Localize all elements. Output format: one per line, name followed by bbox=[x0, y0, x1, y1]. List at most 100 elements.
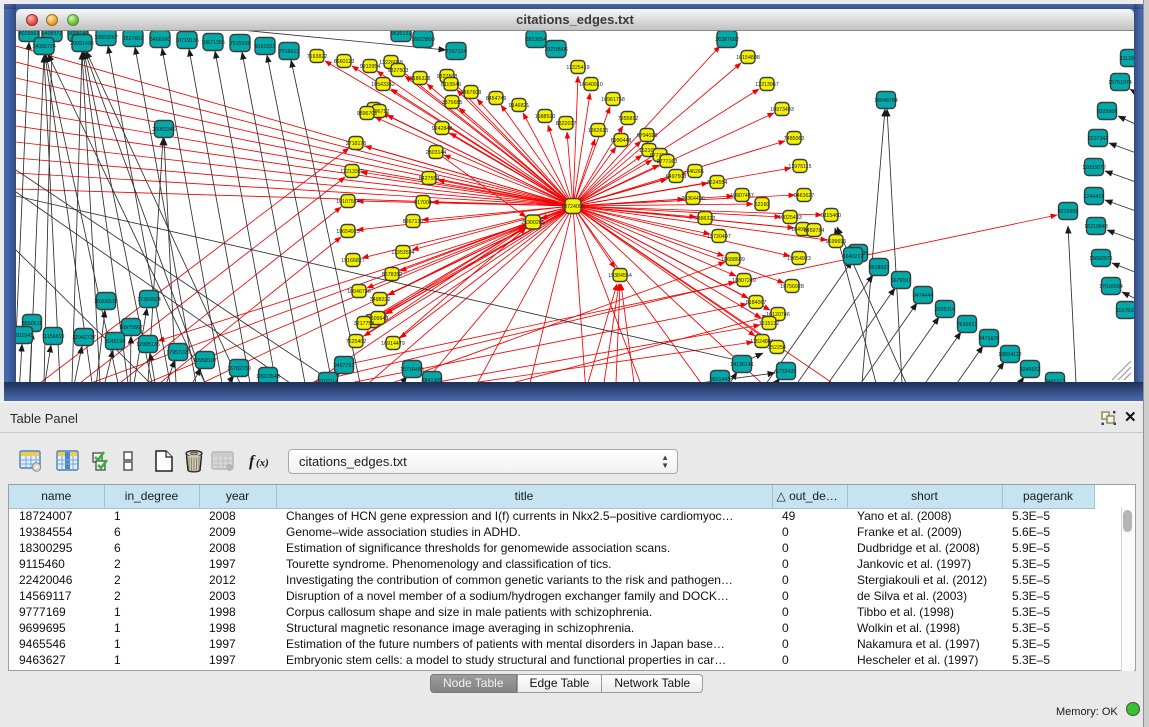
svg-text:62160: 62160 bbox=[755, 202, 770, 208]
svg-text:9699695: 9699695 bbox=[826, 239, 847, 245]
svg-text:8459784: 8459784 bbox=[804, 228, 825, 234]
svg-text:15751074: 15751074 bbox=[1108, 80, 1132, 86]
svg-text:252254: 252254 bbox=[768, 345, 786, 351]
svg-text:3624554: 3624554 bbox=[707, 180, 728, 186]
svg-text:8990448: 8990448 bbox=[611, 138, 632, 144]
svg-text:20053346: 20053346 bbox=[152, 127, 176, 133]
svg-text:9184067: 9184067 bbox=[746, 300, 767, 306]
svg-text:8471676: 8471676 bbox=[979, 336, 1000, 342]
svg-text:7485063: 7485063 bbox=[784, 136, 805, 142]
svg-text:10654112: 10654112 bbox=[998, 352, 1021, 358]
svg-text:20364436: 20364436 bbox=[681, 196, 705, 202]
svg-text:8813054: 8813054 bbox=[526, 37, 547, 43]
svg-text:16648784: 16648784 bbox=[874, 98, 898, 104]
svg-text:917004: 917004 bbox=[414, 200, 432, 206]
svg-text:9896701: 9896701 bbox=[357, 111, 378, 117]
svg-text:16961758: 16961758 bbox=[601, 97, 625, 103]
svg-text:f: f bbox=[249, 453, 256, 470]
svg-text:15720407: 15720407 bbox=[707, 234, 731, 240]
svg-text:8678352: 8678352 bbox=[382, 272, 403, 278]
svg-text:7515535: 7515535 bbox=[230, 41, 251, 47]
svg-text:9031445: 9031445 bbox=[710, 377, 731, 382]
svg-text:8938923: 8938923 bbox=[869, 265, 890, 271]
svg-text:1733426: 1733426 bbox=[776, 369, 797, 375]
svg-text:1615132: 1615132 bbox=[759, 321, 780, 327]
svg-text:9329966: 9329966 bbox=[1097, 109, 1118, 115]
svg-text:19384554: 19384554 bbox=[608, 273, 632, 279]
svg-text:11325419: 11325419 bbox=[566, 65, 589, 71]
svg-text:11353594: 11353594 bbox=[391, 250, 414, 256]
svg-text:1405572: 1405572 bbox=[42, 31, 63, 37]
svg-text:8023561: 8023561 bbox=[19, 31, 40, 37]
svg-text:9635121: 9635121 bbox=[391, 31, 412, 37]
svg-text:19654925: 19654925 bbox=[336, 229, 360, 235]
svg-text:8660123: 8660123 bbox=[334, 59, 355, 65]
svg-text:746266: 746266 bbox=[686, 169, 704, 175]
svg-text:10973493: 10973493 bbox=[770, 107, 794, 113]
svg-text:6794028: 6794028 bbox=[637, 133, 658, 139]
svg-text:1527602: 1527602 bbox=[123, 36, 144, 42]
svg-text:7516612: 7516612 bbox=[279, 49, 300, 55]
svg-text:19218506: 19218506 bbox=[544, 47, 568, 53]
svg-text:10958107: 10958107 bbox=[193, 358, 217, 364]
svg-text:1112804: 1112804 bbox=[1120, 56, 1134, 62]
svg-text:2935114: 2935114 bbox=[935, 307, 955, 313]
svg-text:3498222: 3498222 bbox=[370, 297, 391, 303]
svg-text:9146821: 9146821 bbox=[509, 103, 530, 109]
svg-text:8841305: 8841305 bbox=[422, 378, 443, 382]
svg-text:9912954: 9912954 bbox=[360, 64, 381, 70]
svg-text:20206513: 20206513 bbox=[94, 299, 118, 305]
svg-text:8215955: 8215955 bbox=[1058, 209, 1079, 215]
svg-text:7955812: 7955812 bbox=[618, 116, 639, 122]
svg-text:14136141: 14136141 bbox=[730, 362, 754, 368]
svg-text:9474444: 9474444 bbox=[913, 293, 934, 299]
svg-text:18724007: 18724007 bbox=[561, 204, 585, 210]
svg-text:15716485: 15716485 bbox=[400, 367, 424, 373]
svg-text:12093872: 12093872 bbox=[1082, 165, 1106, 171]
svg-text:10543362: 10543362 bbox=[371, 82, 395, 88]
svg-text:16914479: 16914479 bbox=[381, 341, 405, 347]
svg-text:16640910: 16640910 bbox=[579, 82, 603, 88]
svg-text:6497508: 6497508 bbox=[666, 174, 687, 180]
svg-text:8322037: 8322037 bbox=[556, 121, 577, 127]
svg-text:16782759: 16782759 bbox=[227, 366, 251, 372]
svg-text:17016504: 17016504 bbox=[1099, 284, 1123, 290]
svg-text:25300205: 25300205 bbox=[521, 220, 545, 226]
svg-text:3911941: 3911941 bbox=[16, 333, 33, 339]
svg-text:8454749: 8454749 bbox=[486, 96, 507, 102]
svg-text:(x): (x) bbox=[256, 457, 269, 469]
svg-text:10688609: 10688609 bbox=[721, 257, 745, 263]
svg-text:9227342: 9227342 bbox=[1088, 136, 1109, 142]
svg-text:10046726: 10046726 bbox=[347, 289, 371, 295]
svg-text:26387682: 26387682 bbox=[715, 37, 739, 43]
svg-text:10719135: 10719135 bbox=[175, 38, 199, 44]
svg-text:18807249: 18807249 bbox=[732, 278, 756, 284]
svg-text:9463627: 9463627 bbox=[794, 193, 815, 199]
svg-text:10025433: 10025433 bbox=[778, 215, 802, 221]
svg-text:9702114: 9702114 bbox=[318, 379, 338, 382]
svg-text:7357224: 7357224 bbox=[446, 49, 467, 55]
svg-text:6466160: 6466160 bbox=[150, 37, 171, 43]
svg-text:3217752: 3217752 bbox=[354, 321, 375, 327]
svg-text:9777163: 9777163 bbox=[657, 159, 678, 165]
svg-text:8115546: 8115546 bbox=[441, 82, 461, 88]
svg-text:1640217: 1640217 bbox=[843, 254, 864, 260]
svg-text:9115460: 9115460 bbox=[821, 213, 841, 219]
svg-text:2718176: 2718176 bbox=[346, 141, 367, 147]
svg-text:12975115: 12975115 bbox=[788, 164, 811, 170]
svg-text:12213369: 12213369 bbox=[340, 169, 364, 175]
svg-text:1167533: 1167533 bbox=[1116, 308, 1134, 314]
svg-text:8427552: 8427552 bbox=[419, 176, 440, 182]
svg-text:16210643: 16210643 bbox=[1084, 224, 1108, 230]
svg-text:19166827: 19166827 bbox=[341, 258, 365, 264]
svg-text:17359924: 17359924 bbox=[137, 297, 161, 303]
svg-text:1362615: 1362615 bbox=[588, 128, 609, 134]
svg-text:9245652: 9245652 bbox=[1020, 367, 1041, 373]
svg-text:16033809: 16033809 bbox=[411, 37, 435, 43]
svg-text:1244415: 1244415 bbox=[1084, 194, 1105, 200]
svg-text:9457791: 9457791 bbox=[334, 363, 355, 369]
svg-text:11156819: 11156819 bbox=[42, 334, 65, 340]
svg-text:12942737: 12942737 bbox=[72, 335, 96, 341]
svg-text:10671355: 10671355 bbox=[201, 40, 225, 46]
svg-text:17957225: 17957225 bbox=[166, 350, 190, 356]
